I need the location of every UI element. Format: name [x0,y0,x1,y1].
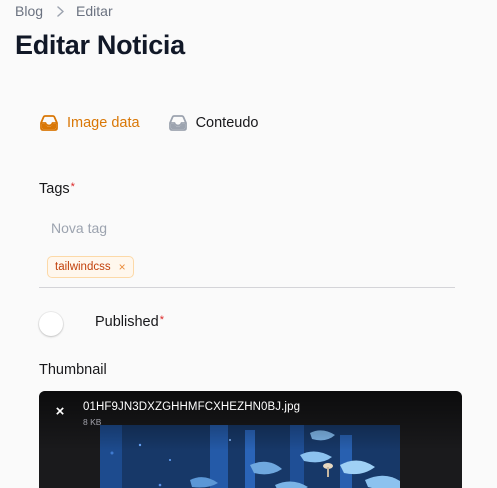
inbox-icon [168,115,188,131]
thumbnail-upload[interactable]: × 01HF9JN3DXZGHHMFCXHEZHN0BJ.jpg 8 KB [39,391,462,488]
remove-tag-icon[interactable]: × [119,261,126,273]
thumbnail-overlay [39,391,462,451]
inbox-icon [39,115,59,131]
form-tabs: Image data Conteudo [39,115,258,131]
published-label: Published* [95,314,164,330]
breadcrumb-blog-link[interactable]: Blog [15,3,43,19]
breadcrumb-current: Editar [76,3,113,19]
remove-file-icon[interactable]: × [52,403,68,420]
new-tag-input[interactable] [39,214,455,242]
file-size: 8 KB [83,417,102,427]
tab-conteudo[interactable]: Conteudo [168,115,259,131]
required-mark: * [159,314,164,326]
thumbnail-label: Thumbnail [39,362,107,378]
published-toggle[interactable] [39,312,63,336]
tag-chip: tailwindcss × [47,256,134,278]
file-name: 01HF9JN3DXZGHHMFCXHEZHN0BJ.jpg [83,401,301,413]
tab-conteudo-label: Conteudo [195,115,259,131]
required-mark: * [70,181,75,193]
published-label-text: Published [95,314,159,330]
breadcrumb: Blog Editar [15,3,113,19]
tags-field: tailwindcss × [39,206,455,288]
tag-chip-label: tailwindcss [55,261,111,273]
edit-news-page: Blog Editar Editar Noticia Image data Co… [0,0,497,488]
tags-label-text: Tags [39,181,70,197]
chevron-right-icon [56,5,65,17]
tab-image-data[interactable]: Image data [39,115,140,131]
page-title: Editar Noticia [15,30,185,60]
tab-image-data-label: Image data [67,115,140,131]
tags-label: Tags* [39,181,75,197]
